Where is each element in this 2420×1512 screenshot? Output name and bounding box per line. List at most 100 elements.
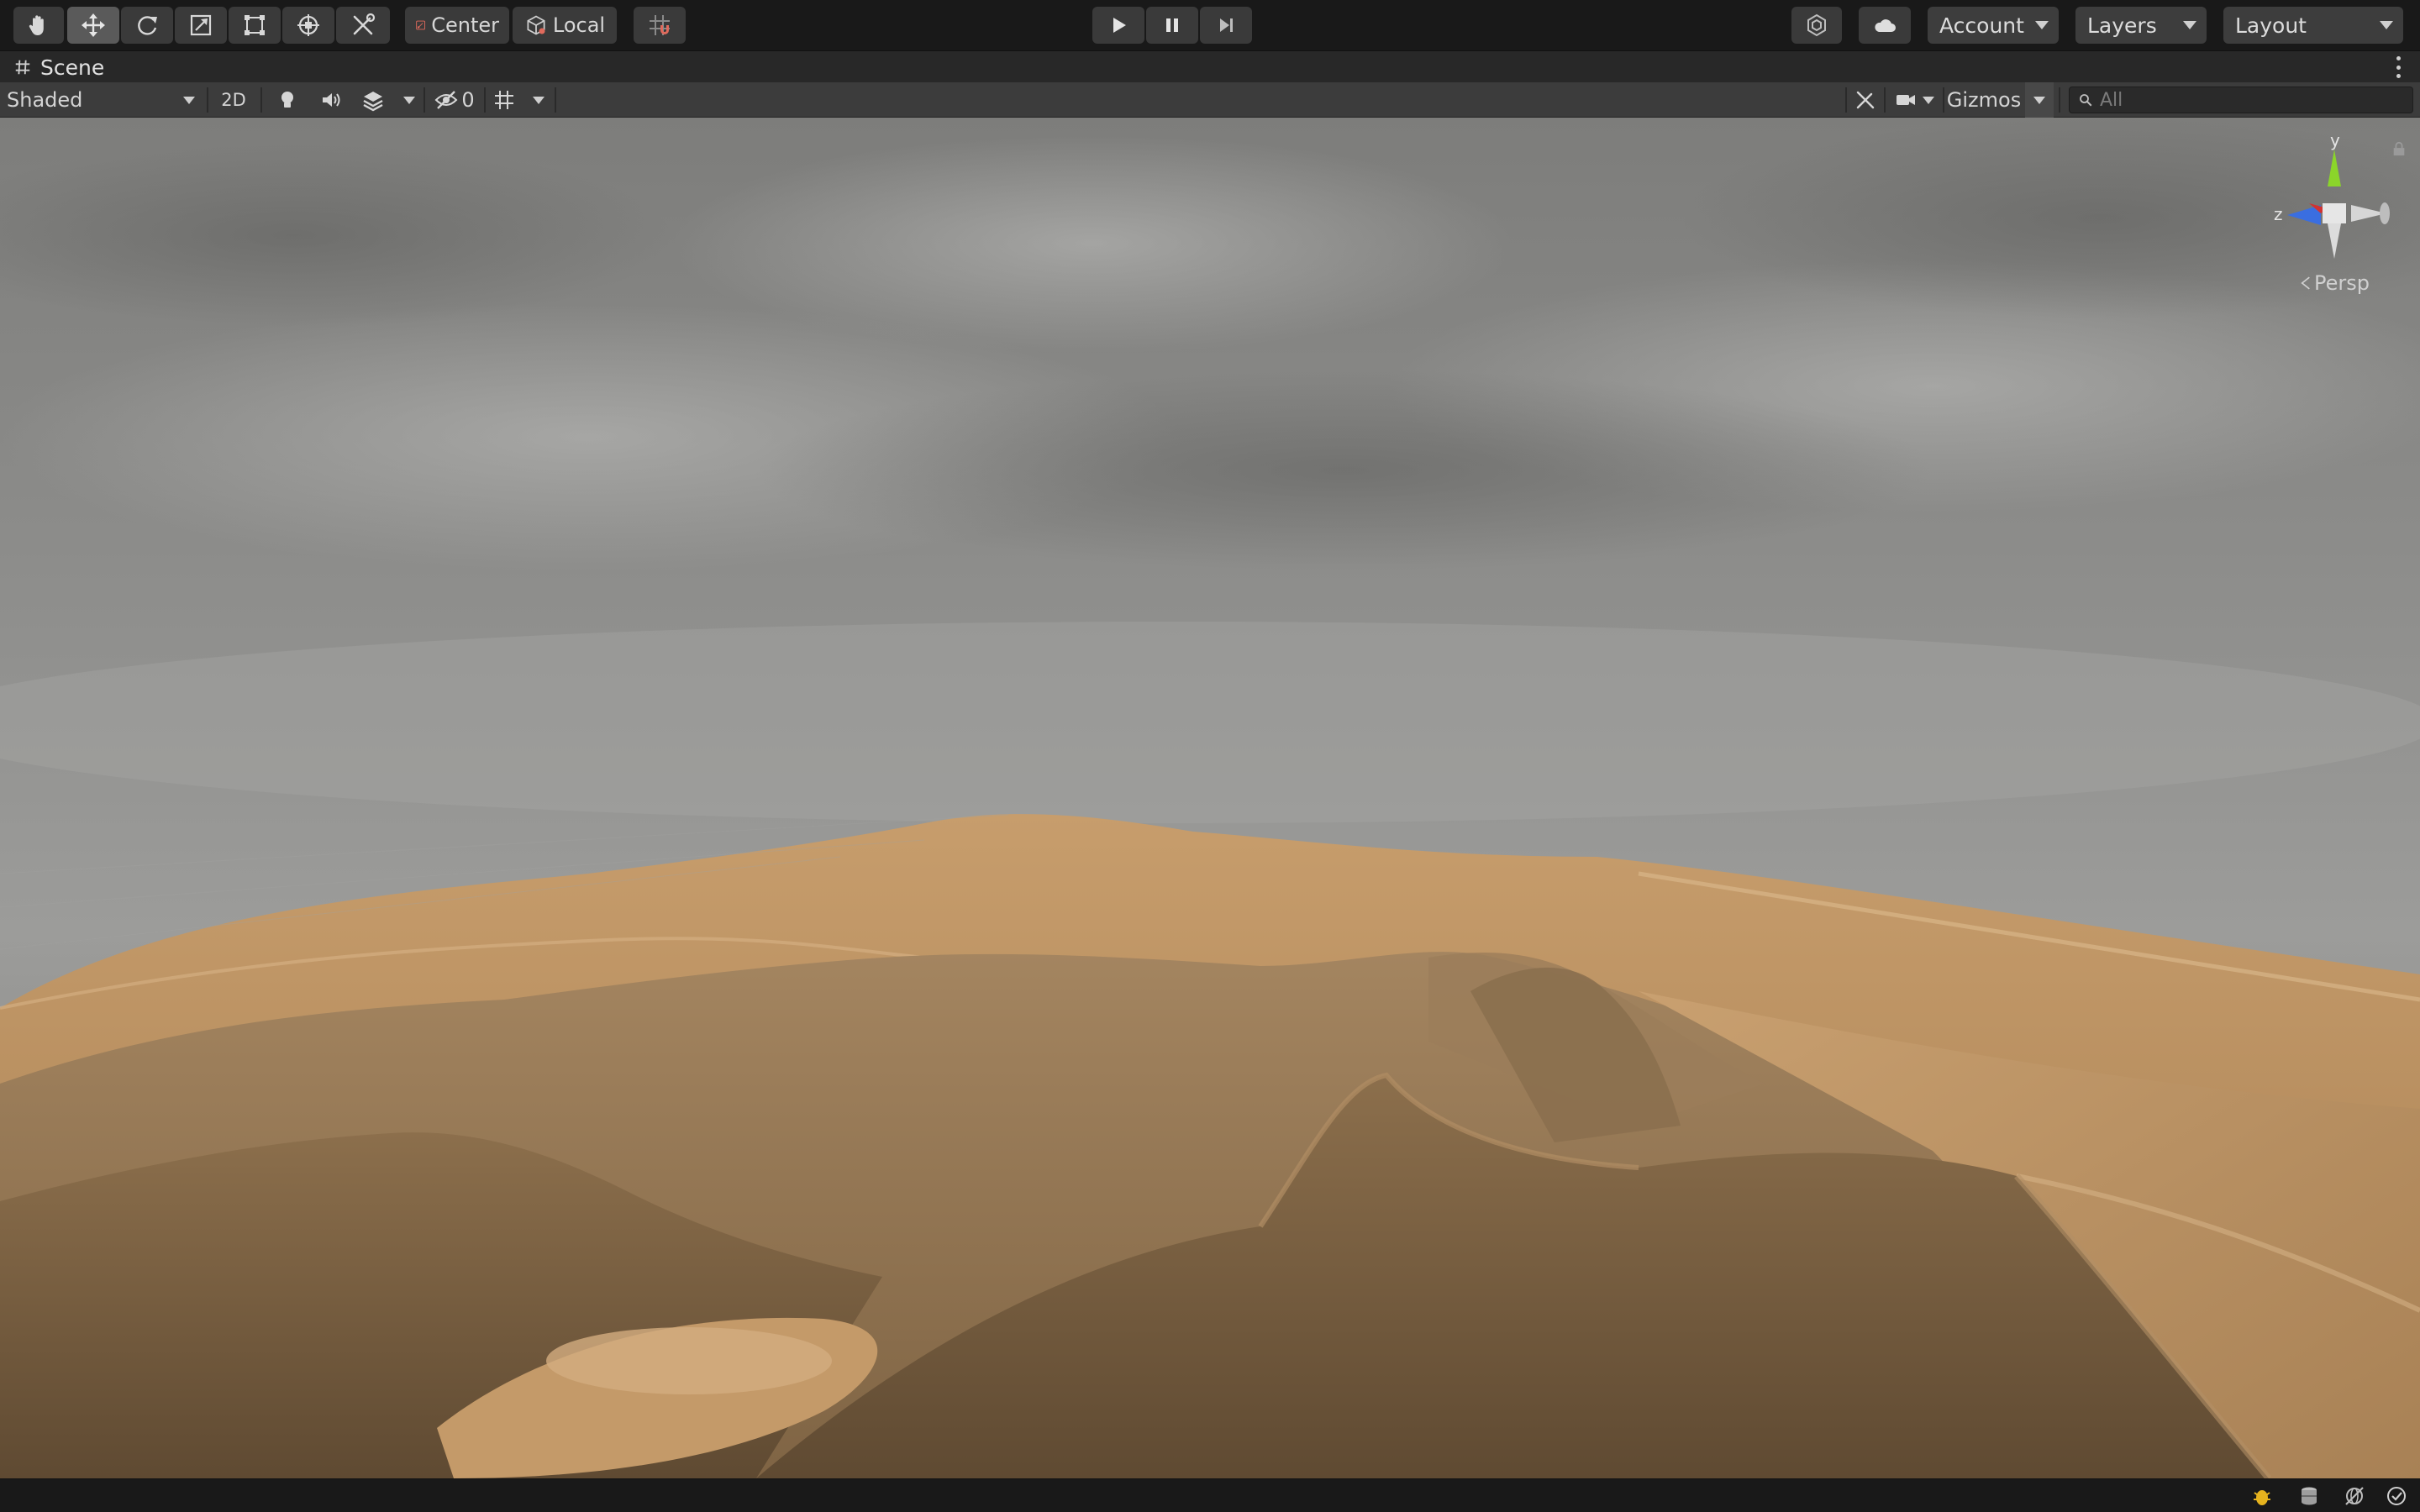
- scene-tab-bar: Scene: [0, 50, 2420, 82]
- unity-version-control-icon: [1807, 13, 1826, 37]
- divider: [1884, 87, 1886, 113]
- scene-visibility-button[interactable]: 0: [430, 82, 479, 118]
- draw-mode-dropdown[interactable]: Shaded: [0, 82, 202, 118]
- hidden-count: 0: [461, 88, 475, 112]
- cloud-icon: [1875, 19, 1896, 32]
- divider: [555, 87, 556, 113]
- scene-viewport[interactable]: y z Persp: [0, 118, 2420, 1478]
- chevron-down-icon: [533, 96, 544, 104]
- 2d-toggle-button[interactable]: 2D: [213, 82, 254, 118]
- effects-toggle-button[interactable]: [356, 82, 390, 118]
- gizmos-label: Gizmos: [1946, 88, 2022, 112]
- divider: [484, 87, 486, 113]
- collaborate-button[interactable]: [1791, 7, 1842, 44]
- grid-dropdown[interactable]: [528, 82, 550, 118]
- database-icon: [2302, 1487, 2317, 1505]
- main-toolbar: Center Local Account Layers Layout: [0, 0, 2420, 50]
- grid-toggle-button[interactable]: [489, 82, 519, 118]
- speaker-icon: [323, 93, 340, 107]
- axis-y-cone[interactable]: [2328, 150, 2341, 186]
- projection-label: Persp: [2314, 271, 2370, 295]
- pivot-mode-button[interactable]: Center: [405, 7, 509, 44]
- account-label: Account: [1939, 13, 2024, 38]
- grid-snapping-button[interactable]: [634, 7, 686, 44]
- scene-hash-icon: [15, 60, 30, 75]
- layout-dropdown[interactable]: Layout: [2223, 7, 2403, 44]
- tools-icon: [1856, 91, 1875, 109]
- cache-server-button[interactable]: [2296, 1483, 2323, 1509]
- play-button[interactable]: [1092, 7, 1144, 44]
- more-options-icon[interactable]: [2395, 56, 2402, 78]
- lightbulb-icon: [281, 92, 293, 108]
- play-icon: [1113, 18, 1126, 33]
- effects-dropdown[interactable]: [398, 82, 420, 118]
- axis-z-label: z: [2274, 204, 2283, 224]
- status-bar: [0, 1478, 2420, 1512]
- pause-button[interactable]: [1146, 7, 1198, 44]
- rect-tool-button[interactable]: [229, 7, 281, 44]
- search-input[interactable]: [2100, 89, 2402, 111]
- layers-dropdown[interactable]: Layers: [2075, 7, 2207, 44]
- rect-transform-icon: [245, 15, 265, 35]
- draw-mode-label: Shaded: [7, 88, 83, 112]
- rotate-tool-button[interactable]: [121, 7, 173, 44]
- step-icon: [1220, 18, 1233, 32]
- chevron-down-icon: [2035, 21, 2049, 29]
- hand-tool-button[interactable]: [13, 7, 64, 44]
- divider: [1943, 87, 1944, 113]
- search-icon: [2080, 94, 2092, 107]
- chevron-down-icon: [403, 96, 415, 104]
- pivot-rotation-button[interactable]: Local: [513, 7, 617, 44]
- pivot-rotation-label: Local: [552, 13, 606, 37]
- local-cube-icon: [527, 15, 545, 35]
- hidden-eye-icon: [434, 91, 458, 109]
- audio-toggle-button[interactable]: [314, 82, 348, 118]
- projection-toggle[interactable]: Persp: [2301, 271, 2370, 295]
- bug-icon: [2254, 1490, 2270, 1505]
- scene-view-toolbar: Shaded 2D 0 Gizmos All: [0, 82, 2420, 118]
- chevron-down-icon: [183, 96, 195, 104]
- fx-layers-icon: [363, 92, 383, 112]
- camera-settings-button[interactable]: [1891, 82, 1938, 118]
- axis-neg-y-cone[interactable]: [2328, 223, 2341, 259]
- divider: [424, 87, 425, 113]
- check-circle-icon: [2387, 1487, 2406, 1505]
- account-dropdown[interactable]: Account: [1928, 7, 2059, 44]
- grid-snap-icon: [650, 15, 670, 35]
- network-button[interactable]: [2341, 1483, 2368, 1509]
- lock-icon[interactable]: [2391, 141, 2407, 156]
- gizmo-center-cube[interactable]: [2323, 203, 2346, 223]
- move-icon: [82, 13, 105, 37]
- hand-icon: [29, 15, 44, 35]
- camera-icon: [1897, 95, 1915, 105]
- gizmos-button[interactable]: Gizmos: [1946, 82, 2022, 118]
- status-ok-button[interactable]: [2383, 1483, 2410, 1509]
- chevron-down-icon: [2183, 21, 2196, 29]
- lighting-toggle-button[interactable]: [271, 82, 304, 118]
- scale-tool-button[interactable]: [175, 7, 227, 44]
- divider: [260, 87, 262, 113]
- axis-y-label: y: [2330, 130, 2340, 150]
- custom-tools-button[interactable]: [336, 7, 390, 44]
- chevron-left-icon: [2301, 276, 2310, 290]
- transform-tool-button[interactable]: [282, 7, 334, 44]
- pause-icon: [1166, 18, 1178, 32]
- desert-terrain-render: [0, 118, 2420, 1478]
- step-button[interactable]: [1200, 7, 1252, 44]
- bug-report-button[interactable]: [2249, 1483, 2275, 1509]
- gizmos-dropdown[interactable]: [2025, 82, 2054, 118]
- tab-scene[interactable]: Scene: [0, 51, 118, 83]
- rotate-icon: [138, 16, 157, 35]
- component-tools-button[interactable]: [1850, 82, 1881, 118]
- layers-label: Layers: [2087, 13, 2157, 38]
- move-tool-button[interactable]: [67, 7, 119, 44]
- divider: [207, 87, 208, 113]
- layout-label: Layout: [2235, 13, 2307, 38]
- pivot-center-icon: [416, 20, 426, 30]
- 2d-label: 2D: [221, 90, 246, 110]
- cloud-button[interactable]: [1859, 7, 1911, 44]
- scene-search-field[interactable]: [2069, 87, 2413, 113]
- chevron-down-icon: [2380, 21, 2393, 29]
- tab-title: Scene: [40, 55, 105, 80]
- transform-icon: [297, 14, 319, 36]
